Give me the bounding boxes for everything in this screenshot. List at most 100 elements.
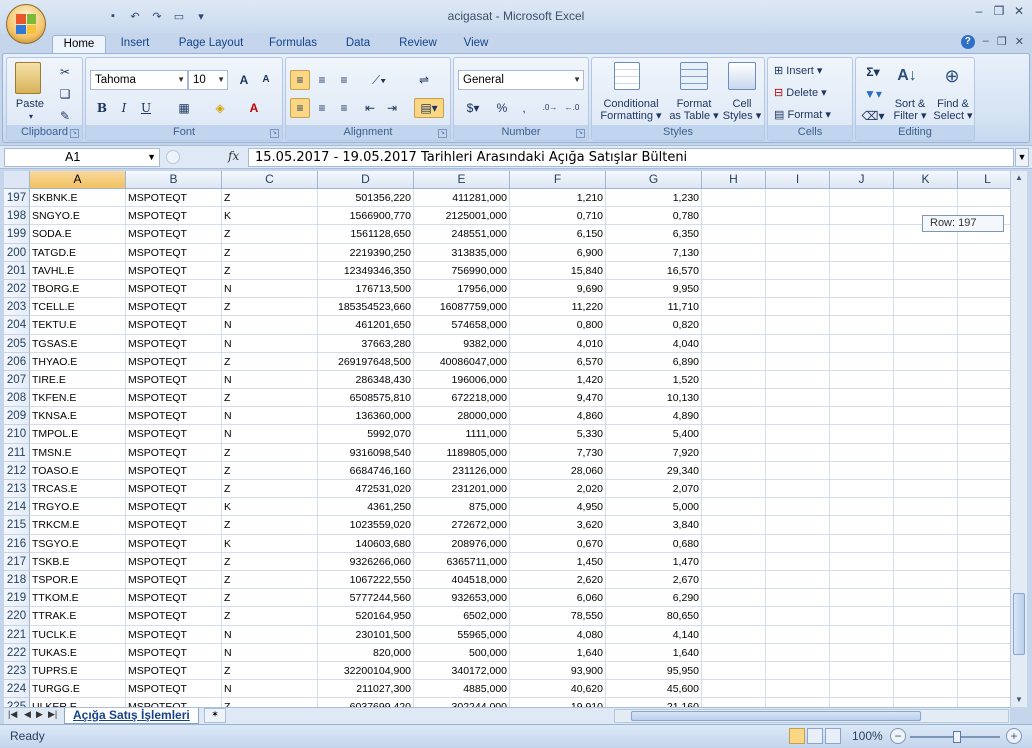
cell-h[interactable] (702, 334, 766, 353)
cell-j[interactable] (830, 243, 894, 262)
cell-j[interactable] (830, 261, 894, 280)
cell-j[interactable] (830, 643, 894, 662)
cell-a[interactable]: TSPOR.E (30, 570, 126, 590)
cell-e[interactable]: 9382,000 (414, 334, 510, 353)
format-painter-icon[interactable]: ✎ (55, 106, 75, 126)
cell-a[interactable]: TKFEN.E (30, 389, 126, 408)
cell-a[interactable]: TRKCM.E (30, 516, 126, 535)
help-icon[interactable]: ? (960, 35, 975, 49)
bold-icon[interactable]: B (92, 98, 112, 118)
last-sheet-icon[interactable]: ▶| (48, 709, 57, 720)
row-header[interactable]: 214 (4, 498, 30, 517)
cell-d[interactable]: 136360,000 (318, 407, 414, 426)
cell-g[interactable]: 80,650 (606, 607, 702, 626)
sort-filter-button[interactable]: Sort & Filter ▾ (888, 98, 932, 122)
name-box[interactable]: A1 ▼ (4, 148, 160, 167)
row-header[interactable]: 199 (4, 225, 30, 244)
cell-l[interactable] (958, 480, 1010, 499)
row-header[interactable]: 202 (4, 279, 30, 299)
row-header[interactable]: 204 (4, 316, 30, 335)
currency-icon[interactable]: $▾ (458, 98, 488, 118)
row-header[interactable]: 213 (4, 480, 30, 499)
cell-b[interactable]: MSPOTEQT (126, 607, 222, 626)
decrease-decimal-icon[interactable]: ←.0 (562, 98, 582, 118)
align-right-icon[interactable]: ≡ (334, 98, 354, 118)
cell-l[interactable] (958, 698, 1010, 707)
cell-h[interactable] (702, 316, 766, 335)
grow-font-icon[interactable]: A (234, 70, 254, 90)
cell-i[interactable] (766, 534, 830, 553)
cell-g[interactable]: 0,820 (606, 316, 702, 335)
row-header[interactable]: 208 (4, 389, 30, 408)
cell-c[interactable]: Z (222, 570, 318, 590)
cell-j[interactable] (830, 425, 894, 444)
cell-h[interactable] (702, 407, 766, 426)
cell-a[interactable]: TCELL.E (30, 298, 126, 317)
cell-a[interactable]: TKNSA.E (30, 407, 126, 426)
cell-d[interactable]: 185354523,660 (318, 298, 414, 317)
cell-e[interactable]: 500,000 (414, 643, 510, 662)
cell-g[interactable]: 4,890 (606, 407, 702, 426)
cell-f[interactable]: 4,080 (510, 625, 606, 644)
cell-b[interactable]: MSPOTEQT (126, 589, 222, 608)
cell-e[interactable]: 196006,000 (414, 370, 510, 390)
expand-formula-bar-icon[interactable]: ▼ (1015, 148, 1029, 167)
cell-l[interactable] (958, 352, 1010, 371)
cell-j[interactable] (830, 589, 894, 608)
cell-b[interactable]: MSPOTEQT (126, 316, 222, 335)
cell-c[interactable]: Z (222, 661, 318, 681)
row-header[interactable]: 197 (4, 189, 30, 208)
cell-d[interactable]: 12349346,350 (318, 261, 414, 280)
cell-a[interactable]: TMSN.E (30, 443, 126, 462)
cell-a[interactable]: TIRE.E (30, 370, 126, 390)
cell-b[interactable]: MSPOTEQT (126, 534, 222, 553)
cell-e[interactable]: 1189805,000 (414, 443, 510, 462)
cut-icon[interactable]: ✂ (55, 62, 75, 82)
cell-d[interactable]: 176713,500 (318, 279, 414, 299)
cell-b[interactable]: MSPOTEQT (126, 370, 222, 390)
cell-e[interactable]: 756990,000 (414, 261, 510, 280)
cell-i[interactable] (766, 243, 830, 262)
cell-b[interactable]: MSPOTEQT (126, 661, 222, 681)
cell-d[interactable]: 1067222,550 (318, 570, 414, 590)
cell-f[interactable]: 0,800 (510, 316, 606, 335)
cell-l[interactable] (958, 243, 1010, 262)
cell-i[interactable] (766, 352, 830, 371)
cell-f[interactable]: 2,620 (510, 570, 606, 590)
cell-h[interactable] (702, 698, 766, 707)
cell-d[interactable]: 9316098,540 (318, 443, 414, 462)
find-select-button[interactable]: Find & Select ▾ (932, 98, 974, 122)
cell-b[interactable]: MSPOTEQT (126, 516, 222, 535)
cell-b[interactable]: MSPOTEQT (126, 298, 222, 317)
name-box-dropdown-icon[interactable]: ▼ (147, 149, 156, 166)
row-header[interactable]: 211 (4, 443, 30, 462)
cell-j[interactable] (830, 698, 894, 707)
cell-l[interactable] (958, 661, 1010, 681)
prev-sheet-icon[interactable]: ◀ (24, 709, 31, 720)
cell-g[interactable]: 4,140 (606, 625, 702, 644)
cell-h[interactable] (702, 425, 766, 444)
cell-b[interactable]: MSPOTEQT (126, 625, 222, 644)
cell-k[interactable] (894, 316, 958, 335)
cell-e[interactable]: 231201,000 (414, 480, 510, 499)
cell-f[interactable]: 1,450 (510, 552, 606, 571)
cell-a[interactable]: TTKOM.E (30, 589, 126, 608)
row-header[interactable]: 207 (4, 370, 30, 390)
cell-c[interactable]: N (222, 316, 318, 335)
column-header-k[interactable]: K (894, 171, 958, 189)
cell-l[interactable] (958, 625, 1010, 644)
align-middle-icon[interactable]: ≡ (312, 70, 332, 90)
cell-g[interactable]: 6,350 (606, 225, 702, 244)
cell-e[interactable]: 55965,000 (414, 625, 510, 644)
cell-a[interactable]: TBORG.E (30, 279, 126, 299)
cell-e[interactable]: 302244,000 (414, 698, 510, 707)
cell-i[interactable] (766, 225, 830, 244)
cell-c[interactable]: N (222, 680, 318, 699)
font-color-icon[interactable]: A (244, 98, 264, 118)
increase-decimal-icon[interactable]: .0→ (540, 98, 560, 118)
cell-c[interactable]: N (222, 407, 318, 426)
cell-k[interactable] (894, 516, 958, 535)
cell-k[interactable] (894, 498, 958, 517)
cell-b[interactable]: MSPOTEQT (126, 680, 222, 699)
row-header[interactable]: 209 (4, 407, 30, 426)
